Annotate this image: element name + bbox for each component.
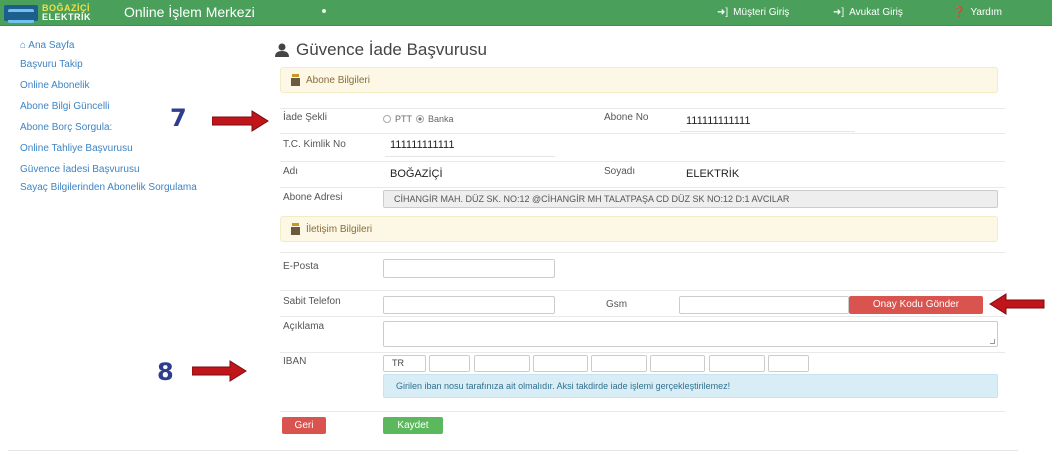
sign-in-icon: ➜] — [833, 7, 845, 18]
sidebar-item-online-subscription[interactable]: Online Abonelik — [20, 75, 240, 96]
iban-segment-1[interactable]: TR — [383, 355, 426, 372]
sidebar-item-deposit-refund[interactable]: Güvence İadesi Başvurusu — [20, 159, 240, 180]
annotation-marker-8: 8 — [157, 358, 174, 386]
sign-in-icon: ➜] — [717, 7, 729, 18]
customer-login-link[interactable]: ➜] Müşteri Giriş — [717, 7, 789, 18]
iban-info-alert: Girilen iban nosu tarafınıza ait olmalıd… — [383, 374, 998, 398]
section-contact-info: İletişim Bilgileri — [280, 216, 998, 242]
subscriber-no-value: 111111111111 — [686, 115, 751, 127]
resize-handle-icon[interactable] — [990, 339, 995, 344]
first-name-value: BOĞAZİÇİ — [390, 168, 443, 180]
iban-segment-4[interactable] — [533, 355, 588, 372]
save-button[interactable]: Kaydet — [383, 417, 443, 434]
subscriber-no-label: Abone No — [604, 112, 649, 123]
address-field[interactable]: CİHANGİR MAH. DÜZ SK. NO:12 @CİHANGİR MH… — [383, 190, 998, 208]
email-label: E-Posta — [283, 261, 319, 272]
lawyer-login-link[interactable]: ➜] Avukat Giriş — [833, 7, 903, 18]
gsm-field[interactable] — [679, 296, 849, 314]
last-name-value: ELEKTRİK — [686, 168, 740, 180]
user-tie-icon — [291, 223, 300, 235]
radio-bank-label: Banka — [428, 114, 454, 124]
annotation-arrow-right-icon — [212, 110, 269, 132]
annotation-marker-7: 7 — [170, 104, 187, 132]
annotation-arrow-left-icon — [989, 293, 1045, 315]
sidebar-item-application-tracking[interactable]: Başvuru Takip — [20, 54, 240, 75]
help-link[interactable]: ❓ Yardım — [953, 7, 1002, 18]
radio-bank[interactable] — [416, 115, 424, 123]
company-logo[interactable]: BOĞAZİÇİ ELEKTRİK — [4, 2, 91, 24]
customer-login-label: Müşteri Giriş — [733, 7, 790, 18]
description-textarea[interactable] — [383, 321, 998, 347]
email-field[interactable] — [383, 259, 555, 278]
refund-method-label: İade Şekli — [283, 112, 327, 123]
sidebar-item-home[interactable]: ⌂ Ana Sayfa — [20, 38, 240, 54]
lawyer-login-label: Avukat Giriş — [849, 7, 903, 18]
radio-ptt-label: PTT — [395, 114, 412, 124]
iban-segment-3[interactable] — [474, 355, 530, 372]
landline-field[interactable] — [383, 296, 555, 314]
user-icon — [275, 43, 289, 57]
section-subscriber-info: Abone Bilgileri — [280, 67, 998, 93]
logo-mark-icon — [4, 5, 38, 23]
user-tie-icon — [291, 74, 300, 86]
section-title: Abone Bilgileri — [306, 74, 370, 86]
refund-method-radio-group: PTT Banka — [383, 114, 454, 124]
last-name-label: Soyadı — [604, 166, 636, 177]
sidebar-item-debt-query[interactable]: Abone Borç Sorgula: — [20, 117, 240, 138]
gsm-label: Gsm — [606, 299, 628, 310]
iban-segment-8[interactable] — [768, 355, 809, 372]
footer-divider — [8, 450, 1018, 451]
iban-segment-5[interactable] — [591, 355, 647, 372]
help-label: Yardım — [970, 7, 1002, 18]
iban-segment-6[interactable] — [650, 355, 705, 372]
sidebar-menu: ⌂ Ana Sayfa Başvuru Takip Online Aboneli… — [20, 38, 240, 204]
landline-label: Sabit Telefon — [283, 296, 341, 307]
back-button[interactable]: Geri — [282, 417, 326, 434]
annotation-arrow-right-icon — [192, 360, 247, 382]
address-label: Abone Adresi — [283, 192, 343, 203]
question-circle-icon: ❓ — [953, 7, 966, 18]
iban-label: IBAN — [283, 356, 307, 367]
tc-id-value: 111111111111 — [390, 139, 455, 151]
sidebar-item-meter-query[interactable]: Sayaç Bilgilerinden Abonelik Sorgulama — [20, 180, 220, 204]
nav-dot-icon — [322, 9, 326, 13]
iban-segment-7[interactable] — [709, 355, 765, 372]
first-name-label: Adı — [283, 166, 299, 177]
description-label: Açıklama — [283, 321, 325, 332]
logo-line-2: ELEKTRİK — [42, 12, 91, 22]
sidebar-item-eviction-application[interactable]: Online Tahliye Başvurusu — [20, 138, 240, 159]
radio-ptt[interactable] — [383, 115, 391, 123]
app-title[interactable]: Online İşlem Merkezi — [124, 4, 255, 20]
iban-segment-2[interactable] — [429, 355, 470, 372]
top-navbar: BOĞAZİÇİ ELEKTRİK Online İşlem Merkezi ➜… — [0, 0, 1052, 26]
home-icon: ⌂ — [20, 40, 27, 51]
sidebar-item-subscriber-update[interactable]: Abone Bilgi Güncelli — [20, 96, 240, 117]
sidebar-item-label: Ana Sayfa — [28, 40, 75, 51]
page-title-text: Güvence İade Başvurusu — [296, 40, 487, 59]
send-verification-code-button[interactable]: Onay Kodu Gönder — [849, 296, 983, 314]
page-title: Güvence İade Başvurusu — [275, 40, 487, 60]
section-title: İletişim Bilgileri — [306, 223, 373, 235]
tc-id-label: T.C. Kimlik No — [283, 139, 346, 150]
